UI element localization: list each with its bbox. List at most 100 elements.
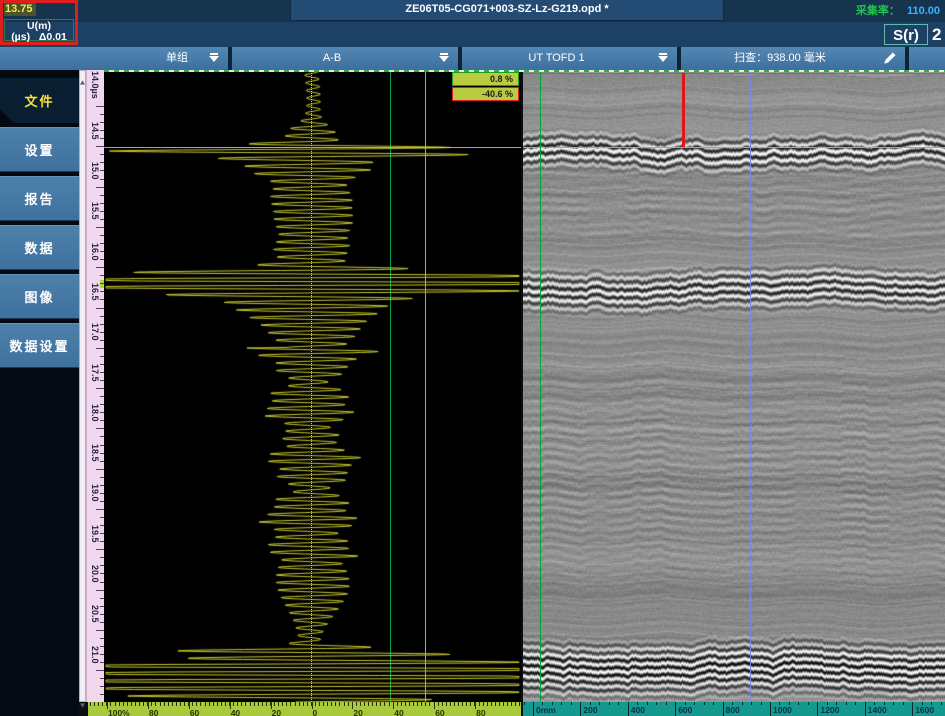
time-unit-box: U(m) (µs) Δ0.01 bbox=[4, 19, 74, 41]
dist-tick bbox=[571, 702, 572, 705]
amp-tick bbox=[327, 702, 328, 706]
amp-tick bbox=[196, 702, 197, 706]
amp-tick bbox=[110, 702, 111, 706]
dist-tick bbox=[666, 702, 667, 705]
bscan-secondary-cursor[interactable] bbox=[750, 70, 751, 702]
amp-tick bbox=[184, 702, 185, 706]
amp-tick bbox=[299, 702, 300, 706]
dropdown-arrow-icon bbox=[209, 53, 219, 64]
time-tick bbox=[96, 549, 104, 550]
amp-tick bbox=[507, 702, 508, 706]
time-tick bbox=[96, 308, 104, 309]
amp-tick bbox=[360, 702, 361, 706]
channel-dropdown[interactable]: UT TOFD 1 bbox=[462, 47, 679, 70]
amp-tick bbox=[442, 702, 443, 706]
edit-icon[interactable] bbox=[883, 51, 897, 65]
dist-major-tick bbox=[817, 702, 818, 716]
amp-tick bbox=[335, 702, 336, 706]
dist-tick bbox=[903, 702, 904, 705]
bscan-gate-line[interactable] bbox=[523, 147, 945, 148]
amp-tick bbox=[503, 702, 504, 706]
amplitude-badges: 0.8 %-40.6 % bbox=[452, 72, 519, 102]
dist-major-tick bbox=[628, 702, 629, 716]
sidebar-item-3[interactable]: 报告 bbox=[0, 176, 79, 221]
amp-tick bbox=[315, 702, 316, 706]
sidebar-item-1[interactable]: 文件 bbox=[0, 78, 79, 123]
amp-tick-label: 40 bbox=[394, 708, 403, 716]
sidebar-item-2[interactable]: 设置 bbox=[0, 127, 79, 172]
amp-tick bbox=[176, 702, 177, 706]
amp-tick-label: 0 bbox=[313, 708, 318, 716]
time-tick-label: 15.0 bbox=[90, 162, 100, 180]
amp-tick bbox=[131, 702, 132, 706]
time-tick bbox=[96, 267, 104, 268]
sidebar-item-5[interactable]: 图像 bbox=[0, 274, 79, 319]
group-dropdown-label: 单组 bbox=[0, 47, 202, 70]
amp-tick bbox=[262, 702, 263, 706]
dist-tick-label: 0mm bbox=[536, 705, 556, 715]
time-tick-label: 16.5 bbox=[90, 283, 100, 301]
dist-tick bbox=[941, 702, 942, 705]
dist-tick bbox=[599, 702, 600, 705]
amp-tick bbox=[135, 702, 136, 706]
time-tick bbox=[96, 227, 104, 228]
amp-tick bbox=[123, 702, 124, 706]
amp-tick bbox=[241, 702, 242, 706]
dist-major-tick bbox=[580, 702, 581, 716]
dist-tick bbox=[855, 702, 856, 705]
amp-tick bbox=[274, 702, 275, 706]
time-tick bbox=[96, 670, 104, 671]
vertical-scrollbar[interactable] bbox=[79, 70, 86, 702]
amp-tick bbox=[303, 702, 304, 706]
s-r-readout: S(r) bbox=[884, 24, 928, 45]
ascan-panel[interactable]: 0.8 %-40.6 % bbox=[104, 70, 521, 702]
sidebar-item-4[interactable]: 数据 bbox=[0, 225, 79, 270]
bscan-reference-cursor[interactable] bbox=[540, 70, 541, 702]
amp-tick bbox=[470, 702, 471, 706]
dist-tick bbox=[647, 702, 648, 705]
amp-tick bbox=[209, 702, 210, 706]
amp-tick bbox=[172, 702, 173, 706]
time-tick-label: 15.5 bbox=[90, 202, 100, 220]
time-tick bbox=[96, 469, 104, 470]
amp-tick bbox=[495, 702, 496, 706]
amp-tick bbox=[295, 702, 296, 706]
scan-position-display[interactable]: 扫查：938.00 毫米 bbox=[681, 47, 907, 70]
dist-major-tick bbox=[675, 702, 676, 716]
view-dropdown[interactable]: A-B bbox=[232, 47, 460, 70]
time-tick-label: 19.0 bbox=[90, 484, 100, 502]
time-tick bbox=[96, 388, 104, 389]
amp-tick bbox=[286, 702, 287, 706]
amp-tick bbox=[221, 702, 222, 706]
dist-tick bbox=[704, 702, 705, 705]
time-tick bbox=[96, 630, 104, 631]
bscan-image bbox=[523, 70, 945, 702]
group-dropdown[interactable]: 单组 bbox=[0, 47, 230, 70]
scroll-down-icon[interactable] bbox=[80, 695, 85, 700]
amp-tick bbox=[368, 702, 369, 706]
time-tick bbox=[96, 106, 104, 107]
amp-tick bbox=[429, 702, 430, 706]
amp-tick bbox=[213, 702, 214, 706]
amp-tick bbox=[511, 702, 512, 706]
dist-tick bbox=[798, 702, 799, 705]
amp-tick bbox=[160, 702, 161, 706]
amp-tick bbox=[307, 702, 308, 706]
s-r-value: 2 bbox=[932, 22, 945, 47]
time-readout-value: 13.75 bbox=[4, 3, 36, 16]
amp-tick bbox=[384, 702, 385, 706]
time-ruler: 14.0µs14.515.015.516.016.517.017.518.018… bbox=[86, 70, 104, 702]
amp-tick bbox=[90, 702, 91, 706]
bscan-top-line bbox=[523, 73, 945, 74]
dist-tick-label: 1000 bbox=[773, 705, 792, 715]
bscan-scan-cursor[interactable] bbox=[682, 73, 685, 147]
sidebar-item-6[interactable]: 数据设置 bbox=[0, 323, 79, 368]
amp-tick-label: 60 bbox=[190, 708, 199, 716]
scroll-up-icon[interactable] bbox=[80, 72, 85, 77]
dist-tick-label: 1200 bbox=[820, 705, 839, 715]
time-tick bbox=[96, 590, 104, 591]
ascan-waveform bbox=[104, 70, 521, 702]
amp-tick bbox=[372, 702, 373, 706]
bscan-panel[interactable] bbox=[523, 70, 945, 702]
amp-tick bbox=[180, 702, 181, 706]
